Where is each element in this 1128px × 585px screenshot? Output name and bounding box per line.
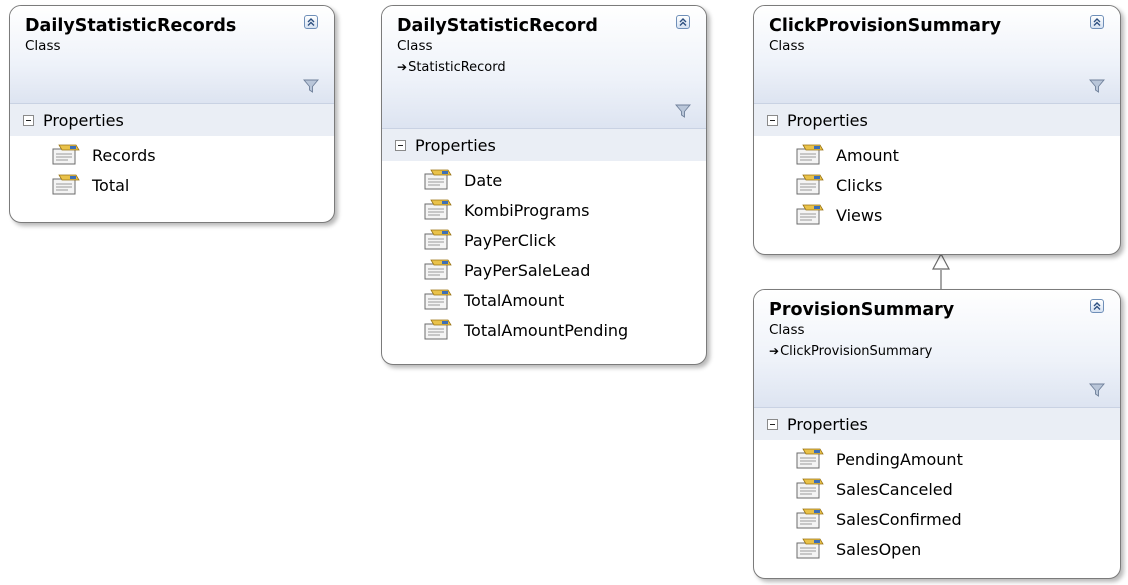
property-name: Date — [464, 170, 503, 190]
section-label: Properties — [43, 110, 124, 130]
class-name: ClickProvisionSummary — [769, 16, 1002, 36]
property-icon — [424, 289, 452, 310]
property-name: PayPerClick — [464, 230, 556, 250]
class-name: DailyStatisticRecords — [25, 16, 237, 36]
property-name: TotalAmount — [464, 290, 565, 310]
class-kind: Class — [397, 38, 433, 54]
inheritance-arrow-icon: ➔ — [769, 344, 780, 358]
property-item[interactable]: Clicks — [794, 170, 1120, 200]
section-header-properties[interactable]: Properties — [754, 408, 1120, 440]
base-class: ➔ClickProvisionSummary — [769, 342, 1120, 361]
inheritance-arrow-icon: ➔ — [397, 60, 408, 74]
minus-box-icon[interactable] — [767, 114, 778, 126]
property-item[interactable]: Amount — [794, 140, 1120, 170]
property-item[interactable]: SalesCanceled — [794, 474, 1120, 504]
property-name: Amount — [836, 145, 899, 165]
section-header-properties[interactable]: Properties — [382, 129, 706, 161]
double-chevron-up-icon — [1093, 302, 1101, 310]
minus-box-icon[interactable] — [23, 114, 34, 126]
collapse-button[interactable] — [304, 15, 318, 29]
property-name: SalesCanceled — [836, 479, 953, 499]
property-item[interactable]: TotalAmount — [422, 285, 706, 315]
property-name: SalesConfirmed — [836, 509, 962, 529]
property-icon — [424, 319, 452, 340]
class-box-click-provision-summary[interactable]: ClickProvisionSummary Class Properties A… — [753, 5, 1121, 255]
property-name: TotalAmountPending — [464, 320, 629, 340]
class-kind: Class — [25, 38, 61, 54]
collapse-button[interactable] — [676, 15, 690, 29]
property-icon — [796, 204, 824, 225]
section-label: Properties — [787, 110, 868, 130]
collapse-button[interactable] — [1090, 15, 1104, 29]
property-icon — [424, 229, 452, 250]
property-list: PendingAmount SalesCanceled SalesConfirm… — [754, 440, 1120, 564]
section-header-properties[interactable]: Properties — [10, 104, 334, 136]
base-class-name: StatisticRecord — [408, 60, 506, 75]
class-header: ProvisionSummary Class ➔ClickProvisionSu… — [754, 290, 1120, 408]
property-item[interactable]: Total — [50, 170, 334, 200]
property-name: Total — [92, 175, 130, 195]
property-icon — [796, 478, 824, 499]
class-header: DailyStatisticRecord Class ➔StatisticRec… — [382, 6, 706, 129]
property-name: Views — [836, 205, 883, 225]
property-item[interactable]: KombiPrograms — [422, 195, 706, 225]
minus-box-icon[interactable] — [767, 418, 778, 430]
class-name: ProvisionSummary — [769, 300, 955, 320]
base-class: ➔StatisticRecord — [397, 58, 706, 77]
property-name: Records — [92, 145, 156, 165]
property-item[interactable]: PayPerClick — [422, 225, 706, 255]
property-list: Amount Clicks Views — [754, 136, 1120, 230]
section-label: Properties — [787, 414, 868, 434]
section-header-properties[interactable]: Properties — [754, 104, 1120, 136]
filter-icon[interactable] — [1089, 382, 1105, 398]
class-header: ClickProvisionSummary Class — [754, 6, 1120, 104]
class-box-daily-statistic-records[interactable]: DailyStatisticRecords Class Properties R… — [9, 5, 335, 223]
property-item[interactable]: TotalAmountPending — [422, 315, 706, 345]
inheritance-connector — [932, 252, 950, 291]
property-name: PendingAmount — [836, 449, 963, 469]
property-name: KombiPrograms — [464, 200, 590, 220]
class-name: DailyStatisticRecord — [397, 16, 598, 36]
property-list: Date KombiPrograms PayPerClick PayPerSal… — [382, 161, 706, 345]
property-item[interactable]: Records — [50, 140, 334, 170]
property-name: Clicks — [836, 175, 883, 195]
class-kind: Class — [769, 322, 805, 338]
double-chevron-up-icon — [679, 18, 687, 26]
double-chevron-up-icon — [307, 18, 315, 26]
property-icon — [796, 144, 824, 165]
property-icon — [424, 259, 452, 280]
base-class-name: ClickProvisionSummary — [780, 344, 933, 359]
filter-icon[interactable] — [1089, 78, 1105, 94]
property-item[interactable]: PendingAmount — [794, 444, 1120, 474]
class-box-provision-summary[interactable]: ProvisionSummary Class ➔ClickProvisionSu… — [753, 289, 1121, 579]
property-icon — [796, 174, 824, 195]
property-item[interactable]: PayPerSaleLead — [422, 255, 706, 285]
property-icon — [424, 199, 452, 220]
property-icon — [424, 169, 452, 190]
property-icon — [796, 508, 824, 529]
collapse-button[interactable] — [1090, 299, 1104, 313]
property-list: Records Total — [10, 136, 334, 200]
filter-icon[interactable] — [675, 103, 691, 119]
property-icon — [52, 174, 80, 195]
property-icon — [796, 538, 824, 559]
filter-icon[interactable] — [303, 78, 319, 94]
property-item[interactable]: SalesOpen — [794, 534, 1120, 564]
class-box-daily-statistic-record[interactable]: DailyStatisticRecord Class ➔StatisticRec… — [381, 5, 707, 365]
class-header: DailyStatisticRecords Class — [10, 6, 334, 104]
property-icon — [796, 448, 824, 469]
property-name: PayPerSaleLead — [464, 260, 591, 280]
property-item[interactable]: Views — [794, 200, 1120, 230]
property-icon — [52, 144, 80, 165]
property-item[interactable]: SalesConfirmed — [794, 504, 1120, 534]
class-kind: Class — [769, 38, 805, 54]
double-chevron-up-icon — [1093, 18, 1101, 26]
property-item[interactable]: Date — [422, 165, 706, 195]
section-label: Properties — [415, 135, 496, 155]
minus-box-icon[interactable] — [395, 139, 406, 151]
property-name: SalesOpen — [836, 539, 922, 559]
